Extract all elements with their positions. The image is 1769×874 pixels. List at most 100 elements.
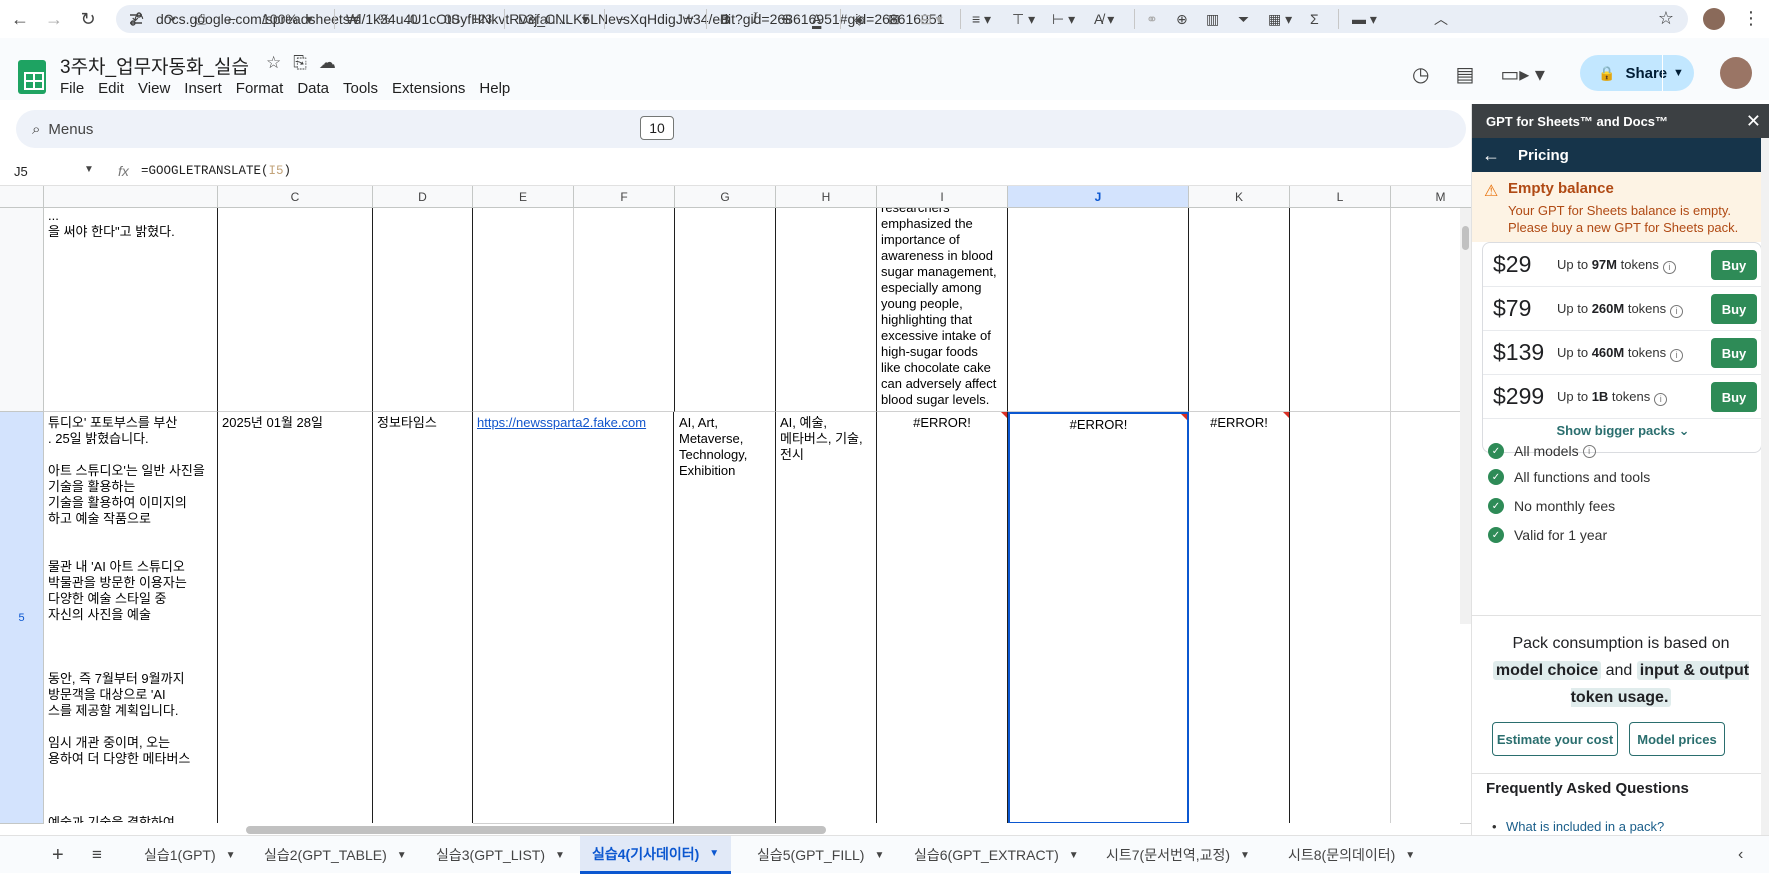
column-header-d[interactable]: D — [373, 186, 473, 208]
all-sheets-icon[interactable]: ≡ — [92, 836, 102, 874]
insert-comment-icon[interactable]: ⊕ — [1176, 0, 1188, 38]
cell-e4[interactable] — [473, 208, 574, 412]
menu-file[interactable]: File — [60, 80, 84, 97]
filter-views-icon[interactable]: ▦ ▾ — [1268, 0, 1292, 38]
redo-icon[interactable]: ↷ — [164, 0, 176, 38]
horizontal-scroll-thumb[interactable] — [246, 826, 826, 834]
buy-button[interactable]: Buy — [1711, 338, 1757, 368]
spreadsheet-grid[interactable]: C D E F G H I J K L M ... 을 써야 한다"고 밝혔다.… — [0, 186, 1471, 824]
comments-icon[interactable]: ▤ — [1455, 62, 1474, 87]
column-header-c[interactable]: C — [218, 186, 373, 208]
browser-menu-icon[interactable]: ⋮ — [1742, 8, 1760, 29]
cell-g4[interactable] — [675, 208, 776, 412]
insert-chart-icon[interactable]: ▥ — [1206, 0, 1219, 38]
cell-h4[interactable] — [776, 208, 877, 412]
panel-scrollbar[interactable] — [1761, 138, 1769, 835]
merge-cells-icon[interactable]: ⊟ ▾ — [920, 0, 943, 38]
strikethrough-icon[interactable]: S — [782, 0, 791, 38]
show-bigger-packs-link[interactable]: Show bigger packs ⌄ — [1483, 423, 1763, 439]
cell-m4[interactable] — [1391, 208, 1471, 412]
cell-l5[interactable] — [1290, 412, 1391, 824]
row-header-4[interactable] — [0, 208, 44, 412]
version-history-icon[interactable]: ◷ — [1412, 62, 1429, 87]
forward-icon[interactable]: → — [40, 5, 68, 33]
sheet-tab-1[interactable]: 실습1(GPT) ▼ — [132, 836, 248, 874]
info-icon[interactable]: i — [1582, 444, 1596, 458]
search-menus-button[interactable]: ⌕ Menus — [20, 112, 118, 146]
back-icon[interactable]: ← — [6, 5, 34, 33]
back-arrow-icon[interactable]: ← — [1482, 145, 1500, 166]
cell-j4[interactable] — [1008, 208, 1189, 412]
info-icon[interactable]: i — [1654, 393, 1668, 406]
row-header-5[interactable]: 5 — [0, 412, 44, 824]
cell-m5[interactable] — [1391, 412, 1471, 824]
meet-video-icon[interactable]: ▭▸ ▾ — [1500, 62, 1545, 87]
cell-g5[interactable]: AI, Art, Metaverse, Technology, Exhibiti… — [675, 412, 776, 824]
print-icon[interactable]: ⎙ — [196, 0, 207, 38]
collapse-toolbar-icon[interactable]: ︿ — [1434, 0, 1448, 38]
star-icon[interactable]: ☆ — [266, 53, 281, 73]
menu-help[interactable]: Help — [479, 80, 510, 97]
share-button[interactable]: 🔒 Share ▼ — [1580, 55, 1694, 91]
buy-button[interactable]: Buy — [1711, 382, 1757, 412]
cell-f4[interactable] — [574, 208, 675, 412]
sheet-tab-8[interactable]: 시트8(문의데이터) ▼ — [1276, 836, 1427, 874]
undo-icon[interactable]: ↶ — [132, 0, 144, 38]
name-box[interactable]: J5 — [14, 164, 28, 179]
sheets-logo-icon[interactable] — [18, 60, 46, 94]
menu-tools[interactable]: Tools — [343, 80, 378, 97]
text-color-icon[interactable]: A — [812, 0, 821, 38]
number-format-button[interactable]: 123 — [472, 0, 492, 38]
cell-b5[interactable]: 튜디오' 포토부스를 부산 . 25일 밝혔습니다. 아트 스튜디오'는 일반 … — [44, 412, 218, 824]
decrease-font-size-icon[interactable]: − — [618, 0, 626, 38]
percent-format-button[interactable]: % — [378, 0, 390, 38]
insert-link-icon[interactable]: ⚭ — [1146, 0, 1158, 38]
column-header-b-partial[interactable] — [44, 186, 218, 208]
info-icon[interactable]: i — [1662, 261, 1676, 274]
input-tools-icon[interactable]: ▬ ▾ — [1352, 0, 1377, 38]
fill-color-icon[interactable]: ◈ — [854, 0, 865, 38]
add-sheet-icon[interactable]: + — [52, 836, 64, 874]
cell-i5[interactable]: #ERROR! — [877, 412, 1008, 824]
account-avatar[interactable] — [1720, 57, 1752, 89]
italic-icon[interactable]: I — [752, 0, 757, 38]
column-header-l[interactable]: L — [1290, 186, 1391, 208]
faq-link[interactable]: What is included in a pack? — [1492, 819, 1664, 834]
chevron-left-icon[interactable]: ‹ — [1738, 836, 1743, 874]
menu-edit[interactable]: Edit — [98, 80, 124, 97]
document-title[interactable]: 3주차_업무자동화_실습 — [60, 52, 249, 79]
cell-k5[interactable]: #ERROR! — [1189, 412, 1290, 824]
cell-h5[interactable]: AI, 예술, 메타버스, 기술, 전시 — [776, 412, 877, 824]
text-rotation-icon[interactable]: A̸ ▾ — [1094, 0, 1114, 38]
borders-icon[interactable]: ⊞ — [888, 0, 900, 38]
font-select[interactable]: Defaul... ▾ — [518, 0, 589, 38]
decrease-decimal-button[interactable]: .0 — [406, 0, 418, 38]
horizontal-align-icon[interactable]: ≡ ▾ — [972, 0, 991, 38]
paint-format-icon[interactable]: ⌐ — [228, 0, 236, 38]
cell-d5[interactable]: 정보타임스 — [373, 412, 473, 824]
bookmark-star-icon[interactable]: ☆ — [1658, 8, 1674, 29]
column-header-i[interactable]: I — [877, 186, 1008, 208]
vertical-scrollbar[interactable] — [1460, 208, 1471, 624]
cloud-saved-icon[interactable]: ☁ — [319, 53, 336, 73]
increase-font-size-icon[interactable]: + — [684, 0, 694, 38]
zoom-select[interactable]: 100% ▾ — [262, 0, 313, 38]
sheet-tab-4-active[interactable]: 실습4(기사데이터) ▼ — [580, 836, 732, 874]
sheet-tab-2[interactable]: 실습2(GPT_TABLE) ▼ — [252, 836, 419, 874]
menu-format[interactable]: Format — [236, 80, 284, 97]
sheet-tab-5[interactable]: 실습5(GPT_FILL) ▼ — [745, 836, 896, 874]
cell-b4[interactable]: ... 을 써야 한다"고 밝혔다. — [44, 208, 218, 412]
text-wrapping-icon[interactable]: ⊢ ▾ — [1052, 0, 1075, 38]
select-all-corner[interactable] — [0, 186, 44, 208]
column-header-m[interactable]: M — [1391, 186, 1471, 208]
cell-d4[interactable] — [373, 208, 473, 412]
cell-c5[interactable]: 2025년 01월 28일 — [218, 412, 373, 824]
move-folder-icon[interactable]: ⎘ — [293, 53, 307, 73]
cell-c4[interactable] — [218, 208, 373, 412]
cell-l4[interactable] — [1290, 208, 1391, 412]
menu-view[interactable]: View — [138, 80, 170, 97]
article-url-link[interactable]: https://newssparta2.fake.com — [477, 415, 646, 430]
vertical-align-icon[interactable]: ⊤ ▾ — [1012, 0, 1035, 38]
font-size-input[interactable]: 10 — [640, 116, 674, 140]
filter-icon[interactable]: ⏷ — [1238, 0, 1249, 38]
